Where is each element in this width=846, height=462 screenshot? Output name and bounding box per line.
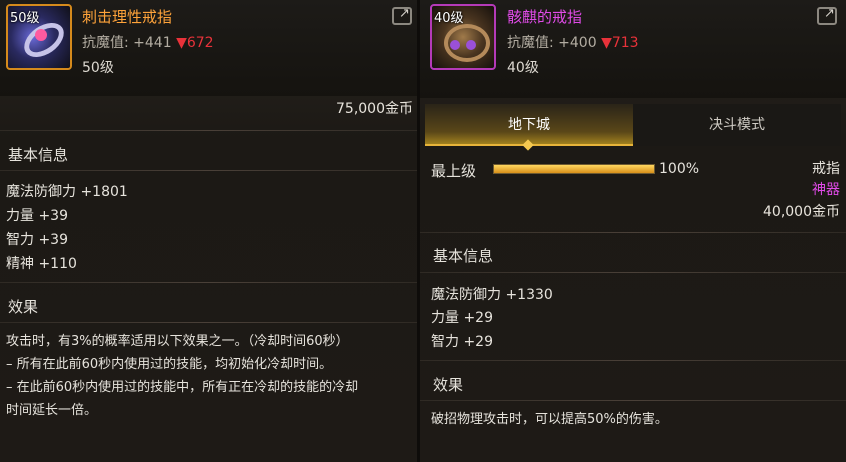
stat-decrease-icon: ▼: [176, 35, 187, 51]
attribute-line: 力量 +29: [431, 310, 493, 326]
required-level: 50级: [82, 60, 114, 76]
stat-decrease-icon: ▼: [601, 35, 612, 51]
stat-base: +400: [558, 35, 597, 51]
item-type: 戒指: [812, 161, 840, 177]
stat-new-value: 713: [611, 35, 639, 51]
left-item-tooltip: 50级 刺击理性戒指 抗魔值: +441 ▼672 50级 ↗ 75,000金币…: [0, 0, 417, 462]
item-level-badge: 50级: [10, 11, 40, 26]
mode-tabs: 地下城 决斗模式: [425, 104, 841, 151]
share-button[interactable]: ↗: [392, 6, 412, 25]
effect-title: 效果: [433, 376, 464, 394]
divider: [420, 360, 846, 361]
divider: [0, 322, 417, 323]
stat-new-value: 672: [186, 35, 214, 51]
attribute-line: 智力 +29: [431, 334, 493, 350]
item-level-badge: 40级: [434, 11, 464, 26]
share-button[interactable]: ↗: [817, 6, 837, 25]
attribute-line: 智力 +39: [6, 232, 68, 248]
basic-info-title: 基本信息: [8, 146, 69, 164]
item-grade: 神器: [812, 182, 840, 198]
upgrade-progress-fill: [494, 165, 654, 173]
item-name: 刺击理性戒指: [82, 8, 173, 26]
right-item-tooltip: 40级 骸麒的戒指 抗魔值: +400 ▼713 40级 ↗ 地下城 决斗模式 …: [420, 0, 846, 462]
stat-label: 抗魔值:: [82, 35, 129, 51]
item-name: 骸麒的戒指: [507, 8, 583, 26]
divider: [0, 130, 417, 131]
stat-base: +441: [133, 35, 172, 51]
divider: [420, 400, 846, 401]
attribute-line: 魔法防御力 +1801: [6, 184, 128, 200]
item-price: 75,000金币: [336, 101, 413, 117]
ring-icon: 50级: [6, 4, 72, 70]
effect-title: 效果: [8, 298, 39, 316]
stat-label: 抗魔值:: [507, 35, 554, 51]
effect-line: 攻击时，有3%的概率适用以下效果之一。（冷却时间60秒）: [6, 334, 349, 349]
magic-resist-stat: 抗魔值: +441 ▼672: [82, 32, 214, 52]
divider: [0, 170, 417, 171]
attribute-line: 力量 +39: [6, 208, 68, 224]
attribute-line: 魔法防御力 +1330: [431, 287, 553, 303]
effect-line: – 在此前60秒内使用过的技能中，所有正在冷却的技能的冷却: [6, 380, 359, 395]
ring-icon: 40级: [430, 4, 496, 70]
attribute-line: 精神 +110: [6, 256, 77, 272]
divider: [420, 232, 846, 233]
effect-line: 时间延长一倍。: [6, 403, 98, 418]
share-icon: ↗: [399, 6, 410, 21]
magic-resist-stat: 抗魔值: +400 ▼713: [507, 32, 639, 52]
basic-info-title: 基本信息: [433, 247, 494, 265]
required-level: 40级: [507, 60, 539, 76]
upgrade-label: 最上级: [431, 162, 477, 180]
divider: [0, 282, 417, 283]
share-icon: ↗: [824, 6, 835, 21]
effect-line: 破招物理攻击时，可以提高50%的伤害。: [431, 412, 668, 427]
divider: [420, 272, 846, 273]
upgrade-percent: 100%: [659, 161, 700, 177]
item-price: 40,000金币: [763, 204, 840, 220]
effect-line: – 所有在此前60秒内使用过的技能，均初始化冷却时间。: [6, 357, 333, 372]
tab-pvp[interactable]: 决斗模式: [633, 104, 841, 146]
upgrade-progress-bar: [493, 164, 655, 174]
